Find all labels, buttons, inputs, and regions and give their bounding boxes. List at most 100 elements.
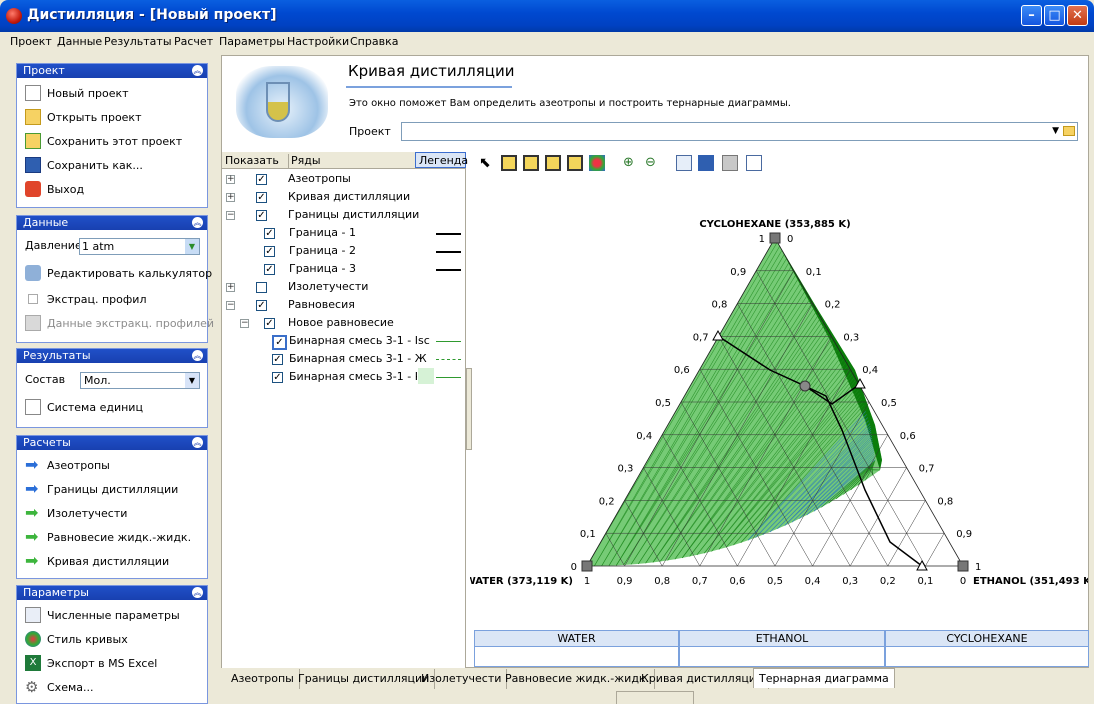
tab-distillation-curve[interactable]: Кривая дистилляции [636, 669, 770, 689]
checkbox[interactable] [256, 282, 267, 293]
checkbox[interactable]: ✓ [264, 318, 275, 329]
collapse-icon[interactable]: ︽ [192, 587, 203, 598]
collapse-icon[interactable]: − [226, 301, 235, 310]
copy-icon[interactable] [746, 155, 762, 171]
open-project-button[interactable]: Открыть проект [25, 109, 142, 127]
numeric-params-button[interactable]: Численные параметры [25, 607, 180, 625]
folder-icon[interactable] [1063, 126, 1075, 136]
tab-boundaries[interactable]: Границы дистилляции [293, 669, 436, 689]
collapse-icon[interactable]: − [240, 319, 249, 328]
data-panel-header[interactable]: Данные ︽ [17, 216, 207, 230]
chart-icon[interactable] [676, 155, 692, 171]
tree-item-distillation-curve[interactable]: Кривая дистилляции [288, 188, 410, 206]
tree-item-binary-liquid[interactable]: Бинарная смесь 3-1 - Ж [289, 350, 427, 368]
tree-item-isovolatility[interactable]: Изолетучести [288, 278, 368, 296]
extraction-profile-checkbox[interactable]: Экстрац. профил [25, 291, 146, 309]
tree-item-new-equilibrium[interactable]: Новое равновесие [288, 314, 394, 332]
calc-boundaries-button[interactable]: ➡ Границы дистилляции [25, 481, 178, 499]
printer-icon[interactable] [722, 155, 738, 171]
dropdown-arrow-icon[interactable]: ▼ [185, 373, 199, 388]
expand-icon[interactable]: + [226, 283, 235, 292]
collapse-icon[interactable]: − [226, 211, 235, 220]
menu-settings[interactable]: Настройки [287, 35, 349, 48]
export-excel-button[interactable]: X Экспорт в MS Excel [25, 655, 157, 673]
new-project-button[interactable]: Новый проект [25, 85, 129, 103]
column-series[interactable]: Ряды [288, 154, 321, 168]
ternary-diagram[interactable]: CYCLOHEXANE (353,885 K) WATER (373,119 K)… [470, 170, 1088, 630]
menu-data[interactable]: Данные [57, 35, 102, 48]
pressure-select[interactable]: 1 atm ▼ [79, 238, 200, 255]
tree-item-binary-isc[interactable]: Бинарная смесь 3-1 - Isc [289, 332, 430, 350]
tree-item-azeotropes[interactable]: Азеотропы [288, 170, 351, 188]
checkbox[interactable]: ✓ [256, 174, 267, 185]
floppy-icon[interactable] [698, 155, 714, 171]
grid-cell[interactable] [474, 647, 679, 667]
menu-params[interactable]: Параметры [219, 35, 285, 48]
menu-calc[interactable]: Расчет [174, 35, 213, 48]
collapse-icon[interactable]: ︽ [192, 437, 203, 448]
extraction-data-button[interactable]: Данные экстракц. профилей [25, 315, 214, 333]
color-icon[interactable] [589, 155, 605, 171]
grid-header-cyclohexane[interactable]: CYCLOHEXANE [885, 630, 1089, 647]
menu-project[interactable]: Проект [10, 35, 52, 48]
project-combo[interactable]: ▼ [401, 122, 1078, 141]
curve-style-button[interactable]: Стиль кривых [25, 631, 128, 649]
collapse-icon[interactable]: ︽ [192, 350, 203, 361]
tab-isovolatility[interactable]: Изолетучести [416, 669, 508, 689]
zoom-out-icon[interactable]: ⊖ [645, 155, 661, 171]
tab-azeotropes[interactable]: Азеотропы [226, 669, 300, 689]
checkbox[interactable]: ✓ [272, 372, 283, 383]
calc-isovolatility-button[interactable]: ➡ Изолетучести [25, 505, 127, 523]
column-show[interactable]: Показать [225, 154, 279, 167]
checkbox[interactable]: ✓ [256, 300, 267, 311]
checkbox[interactable]: ✓ [256, 210, 267, 221]
calculations-panel-header[interactable]: Расчеты ︽ [17, 436, 207, 450]
grid-cell[interactable] [885, 647, 1089, 667]
checkbox[interactable]: ✓ [264, 264, 275, 275]
column-legend[interactable]: Легенда [419, 154, 468, 167]
grid-cell[interactable] [679, 647, 885, 667]
zoom-in-icon[interactable]: ⊕ [623, 155, 639, 171]
calc-azeotropes-button[interactable]: ➡ Азеотропы [25, 457, 110, 475]
grid-header-ethanol[interactable]: ETHANOL [679, 630, 885, 647]
maximize-button[interactable]: □ [1044, 5, 1065, 26]
parameters-panel-header[interactable]: Параметры ︽ [17, 586, 207, 600]
zoom-box-icon[interactable] [501, 155, 517, 171]
tree-item-binary-ko[interactable]: Бинарная смесь 3-1 - Ко [289, 368, 417, 386]
fit-width-icon[interactable] [523, 155, 539, 171]
fit-all-icon[interactable] [567, 155, 583, 171]
checkbox[interactable]: ✓ [272, 335, 287, 350]
composition-select[interactable]: Мол. ▼ [80, 372, 200, 389]
tab-ternary-diagram[interactable]: Тернарная диаграмма [753, 668, 895, 688]
pointer-icon[interactable]: ⬉ [479, 155, 495, 171]
collapse-icon[interactable]: ︽ [192, 65, 203, 76]
tree-item-boundaries[interactable]: Границы дистилляции [288, 206, 419, 224]
save-as-button[interactable]: Сохранить как... [25, 157, 143, 175]
calc-distillation-curve-button[interactable]: ➡ Кривая дистилляции [25, 553, 169, 571]
grid-header-water[interactable]: WATER [474, 630, 679, 647]
expand-icon[interactable]: + [226, 175, 235, 184]
scheme-button[interactable]: ⚙ Схема... [25, 679, 94, 697]
tab-lle[interactable]: Равновесие жидк.-жидк. [500, 669, 656, 689]
save-project-button[interactable]: Сохранить этот проект [25, 133, 182, 151]
results-panel-header[interactable]: Результаты ︽ [17, 349, 207, 363]
exit-button[interactable]: Выход [25, 181, 84, 199]
expand-icon[interactable]: + [226, 193, 235, 202]
dropdown-arrow-icon[interactable]: ▼ [1052, 126, 1059, 136]
close-button[interactable]: ✕ [1067, 5, 1088, 26]
minimize-button[interactable]: – [1021, 5, 1042, 26]
checkbox[interactable]: ✓ [264, 228, 275, 239]
tree-item-boundary-3[interactable]: Граница - 3 [289, 260, 356, 278]
checkbox[interactable]: ✓ [264, 246, 275, 257]
menu-results[interactable]: Результаты [104, 35, 172, 48]
menu-help[interactable]: Справка [350, 35, 398, 48]
fit-height-icon[interactable] [545, 155, 561, 171]
calc-lle-button[interactable]: ➡ Равновесие жидк.-жидк. [25, 529, 191, 547]
edit-calculator-button[interactable]: Редактировать калькулятор [25, 265, 212, 283]
dropdown-arrow-icon[interactable]: ▼ [185, 239, 199, 254]
unit-system-button[interactable]: Система единиц [25, 399, 143, 417]
checkbox-icon[interactable] [28, 294, 38, 304]
collapse-icon[interactable]: ︽ [192, 217, 203, 228]
tree-item-equilibria[interactable]: Равновесия [288, 296, 355, 314]
checkbox[interactable]: ✓ [256, 192, 267, 203]
